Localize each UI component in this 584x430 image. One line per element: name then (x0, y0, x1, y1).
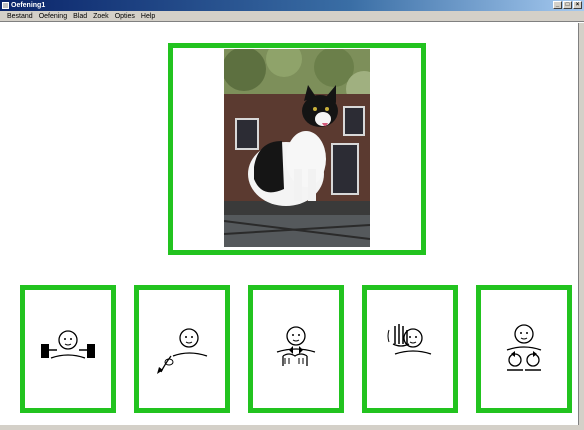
window-controls: _ □ × (553, 1, 582, 9)
maximize-button[interactable]: □ (563, 1, 572, 9)
sign-card-3[interactable] (248, 285, 344, 413)
window-bottom-edge (0, 425, 584, 430)
menu-blad[interactable]: Blad (70, 11, 90, 21)
main-picture-frame (168, 43, 426, 255)
close-button[interactable]: × (573, 1, 582, 9)
cat-photo (224, 49, 370, 247)
menu-zoek[interactable]: Zoek (90, 11, 112, 21)
sign-card-4[interactable] (362, 285, 458, 413)
menu-opties[interactable]: Opties (112, 11, 138, 21)
sign-card-5[interactable] (476, 285, 572, 413)
sign-card-2[interactable] (134, 285, 230, 413)
minimize-button[interactable]: _ (553, 1, 562, 9)
window-right-edge (578, 23, 584, 425)
exercise-area (2, 23, 577, 425)
sign-two-circles-icon (506, 324, 542, 371)
menu-help[interactable]: Help (138, 11, 158, 21)
title-bar: Oefening1 _ □ × (0, 0, 584, 11)
menu-bar: Bestand Oefening Blad Zoek Opties Help (0, 11, 584, 22)
app-icon (2, 2, 9, 9)
sign-hands-at-chest-icon (276, 326, 316, 366)
sign-card-1[interactable] (20, 285, 116, 413)
menu-oefening[interactable]: Oefening (36, 11, 70, 21)
sign-hand-pointing-down-icon (157, 328, 208, 374)
sign-hand-at-face-icon (387, 324, 432, 355)
window-title: Oefening1 (11, 2, 46, 9)
menu-bestand[interactable]: Bestand (4, 11, 36, 21)
sign-both-hands-raised-icon (41, 330, 95, 359)
